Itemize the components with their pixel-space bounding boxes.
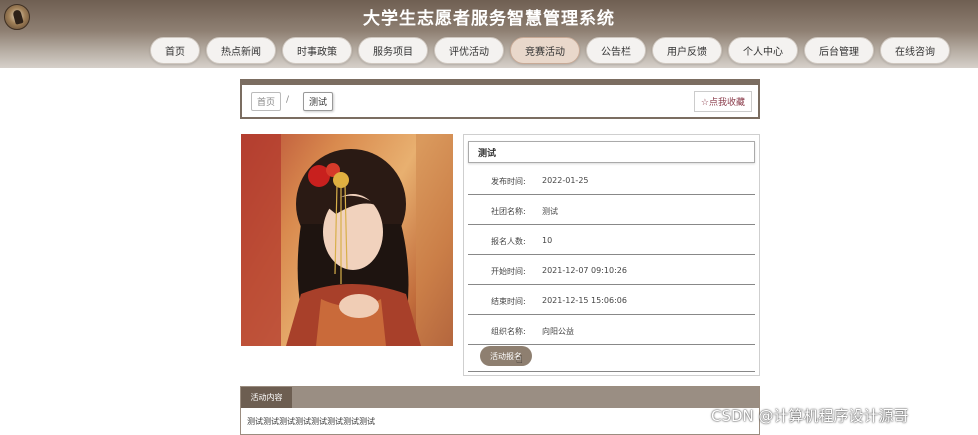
- breadcrumb-separator: /: [286, 95, 290, 105]
- breadcrumb-current: 测试: [303, 92, 334, 111]
- detail-value: 2021-12-15 15:06:06: [542, 296, 627, 305]
- activity-image-art: [241, 134, 453, 346]
- nav-item-competitions[interactable]: 竞赛活动: [510, 37, 580, 64]
- detail-label: 发布时间:: [491, 177, 526, 186]
- activity-content-text: 测试测试测试测试测试测试测试测试: [247, 417, 375, 426]
- hand-cursor-icon: ☝: [516, 353, 523, 366]
- activity-content-section: 活动内容 测试测试测试测试测试测试测试测试: [240, 386, 760, 435]
- favorite-button[interactable]: ☆点我收藏: [693, 91, 752, 112]
- watermark: CSDN @计算机程序设计源哥: [711, 407, 909, 425]
- detail-row-organization: 组织名称: 向阳公益: [468, 315, 755, 345]
- detail-value: 2022-01-25: [542, 176, 589, 185]
- detail-label: 报名人数:: [491, 237, 526, 246]
- detail-label: 社团名称:: [491, 207, 526, 216]
- activity-image: [241, 134, 453, 346]
- site-header: 大学生志愿者服务智慧管理系统 首页 热点新闻 时事政策 服务项目 评优活动 竞赛…: [0, 0, 978, 68]
- nav-item-home[interactable]: 首页: [150, 37, 200, 64]
- activity-detail-panel: 测试 发布时间: 2022-01-25 社团名称: 测试 报名人数: 10 开始…: [463, 134, 760, 376]
- main-nav: 首页 热点新闻 时事政策 服务项目 评优活动 竞赛活动 公告栏 用户反馈 个人中…: [150, 37, 950, 65]
- nav-item-service-projects[interactable]: 服务项目: [358, 37, 428, 64]
- detail-row-start-time: 开始时间: 2021-12-07 09:10:26: [468, 255, 755, 285]
- nav-item-personal-center[interactable]: 个人中心: [728, 37, 798, 64]
- detail-row-signup-count: 报名人数: 10: [468, 225, 755, 255]
- site-title: 大学生志愿者服务智慧管理系统: [363, 9, 615, 29]
- detail-row-publish-time: 发布时间: 2022-01-25: [468, 165, 755, 195]
- nav-item-admin[interactable]: 后台管理: [804, 37, 874, 64]
- detail-value: 10: [542, 236, 553, 245]
- tab-activity-content[interactable]: 活动内容: [241, 387, 292, 408]
- detail-row-end-time: 结束时间: 2021-12-15 15:06:06: [468, 285, 755, 315]
- detail-label: 开始时间:: [491, 267, 526, 276]
- breadcrumb: 首页 / 测试 ☆点我收藏: [240, 79, 760, 119]
- divider: [468, 371, 755, 372]
- signup-button[interactable]: 活动报名: [480, 346, 532, 366]
- content-tab-bar: 活动内容: [241, 387, 759, 408]
- detail-label: 结束时间:: [491, 297, 526, 306]
- detail-value: 2021-12-07 09:10:26: [542, 266, 627, 275]
- detail-row-club-name: 社团名称: 测试: [468, 195, 755, 225]
- activity-title: 测试: [468, 141, 755, 163]
- nav-item-feedback[interactable]: 用户反馈: [652, 37, 722, 64]
- nav-item-notice-board[interactable]: 公告栏: [586, 37, 646, 64]
- nav-item-consult[interactable]: 在线咨询: [880, 37, 950, 64]
- detail-value: 测试: [542, 207, 558, 216]
- detail-label: 组织名称:: [491, 327, 526, 336]
- detail-value: 向阳公益: [542, 327, 574, 336]
- breadcrumb-home[interactable]: 首页: [251, 92, 282, 111]
- nav-item-hot-news[interactable]: 热点新闻: [206, 37, 276, 64]
- nav-item-awards[interactable]: 评优活动: [434, 37, 504, 64]
- nav-item-policy[interactable]: 时事政策: [282, 37, 352, 64]
